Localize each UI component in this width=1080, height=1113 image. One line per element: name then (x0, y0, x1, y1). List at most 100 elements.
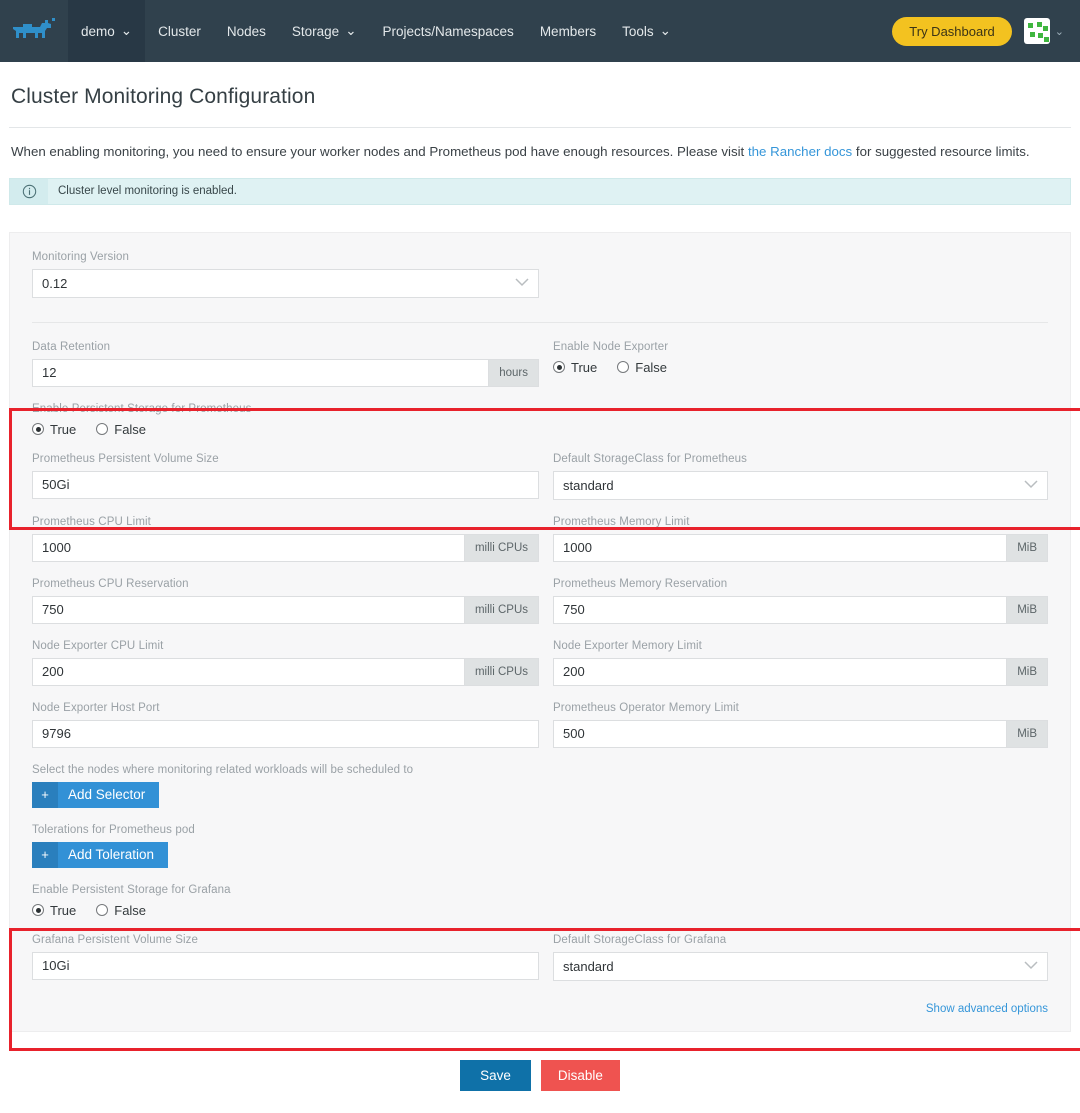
prometheus-volume-size-label: Prometheus Persistent Volume Size (32, 453, 539, 465)
prometheus-storage-toggle-field: Enable Persistent Storage for Prometheus… (32, 403, 1048, 437)
prometheus-storageclass-value[interactable]: standard (553, 471, 1048, 500)
radio-icon (96, 904, 108, 916)
prometheus-storage-radio-false[interactable]: False (96, 422, 146, 437)
prometheus-volume-size-field: Prometheus Persistent Volume Size (32, 453, 539, 499)
grafana-volume-size-input[interactable] (32, 952, 539, 980)
user-menu[interactable]: ⌄ (1024, 18, 1064, 44)
radio-label: True (50, 422, 76, 437)
disable-button[interactable]: Disable (541, 1060, 620, 1091)
monitoring-version-select[interactable]: 0.12 (32, 269, 539, 298)
radio-label: True (571, 360, 597, 375)
info-circle-icon (10, 179, 48, 204)
prometheus-memory-reservation-input[interactable] (553, 596, 1007, 624)
nav-right-actions: Try Dashboard ⌄ (892, 17, 1080, 46)
prometheus-cpu-reservation-input[interactable] (32, 596, 465, 624)
nav-item-nodes[interactable]: Nodes (214, 0, 279, 62)
status-banner: Cluster level monitoring is enabled. (9, 178, 1071, 205)
title-divider (9, 127, 1071, 128)
prometheus-cpu-reservation-label: Prometheus CPU Reservation (32, 578, 539, 590)
data-retention-unit: hours (489, 359, 539, 387)
prometheus-memory-limit-unit: MiB (1007, 534, 1048, 562)
prometheus-storage-radio-true[interactable]: True (32, 422, 76, 437)
radio-label: False (114, 422, 146, 437)
page-description: When enabling monitoring, you need to en… (11, 142, 1071, 162)
node-exporter-memory-limit-input[interactable] (553, 658, 1007, 686)
radio-icon (96, 423, 108, 435)
radio-icon (617, 361, 629, 373)
node-exporter-memory-limit-field: Node Exporter Memory Limit MiB (553, 640, 1048, 686)
rancher-logo[interactable] (0, 0, 68, 62)
prometheus-volume-size-input[interactable] (32, 471, 539, 499)
prometheus-cpu-limit-input[interactable] (32, 534, 465, 562)
data-retention-input[interactable] (32, 359, 489, 387)
save-button[interactable]: Save (460, 1060, 531, 1091)
try-dashboard-button[interactable]: Try Dashboard (892, 17, 1012, 46)
prometheus-cpu-reservation-field: Prometheus CPU Reservation milli CPUs (32, 578, 539, 624)
radio-icon (32, 904, 44, 916)
rancher-docs-link[interactable]: the Rancher docs (748, 144, 852, 159)
prometheus-limits-row: Prometheus CPU Limit milli CPUs Promethe… (32, 516, 1048, 578)
prometheus-storageclass-label: Default StorageClass for Prometheus (553, 453, 1048, 465)
radio-label: False (635, 360, 667, 375)
show-advanced-options-link[interactable]: Show advanced options (926, 1003, 1048, 1015)
grafana-storage-section: Enable Persistent Storage for Grafana Tr… (32, 884, 1048, 997)
prometheus-operator-memory-limit-unit: MiB (1007, 720, 1048, 748)
nav-item-storage[interactable]: Storage ⌄ (279, 0, 370, 62)
radio-icon (32, 423, 44, 435)
grafana-storage-radio-false[interactable]: False (96, 903, 146, 918)
node-exporter-cpu-limit-input[interactable] (32, 658, 465, 686)
add-toleration-button[interactable]: + Add Toleration (32, 842, 168, 868)
grafana-storageclass-field: Default StorageClass for Grafana standar… (553, 934, 1048, 981)
monitoring-version-field: Monitoring Version 0.12 (32, 251, 539, 298)
add-selector-button[interactable]: + Add Selector (32, 782, 159, 808)
prometheus-cpu-limit-field: Prometheus CPU Limit milli CPUs (32, 516, 539, 562)
data-retention-label: Data Retention (32, 341, 539, 353)
node-exporter-radio-false[interactable]: False (617, 360, 667, 375)
prometheus-volume-row: Prometheus Persistent Volume Size Defaul… (32, 453, 1048, 516)
prometheus-cpu-limit-unit: milli CPUs (465, 534, 539, 562)
plus-icon: + (32, 782, 58, 808)
node-exporter-memory-limit-unit: MiB (1007, 658, 1048, 686)
prometheus-storage-radios: True False (32, 421, 1048, 437)
nav-item-members[interactable]: Members (527, 0, 609, 62)
prometheus-operator-memory-limit-input[interactable] (553, 720, 1007, 748)
nav-item-label: demo (81, 24, 115, 39)
node-exporter-cpu-limit-unit: milli CPUs (465, 658, 539, 686)
monitoring-version-row: Monitoring Version 0.12 (32, 251, 1048, 314)
prometheus-memory-limit-field: Prometheus Memory Limit MiB (553, 516, 1048, 562)
grafana-storage-radio-true[interactable]: True (32, 903, 76, 918)
prometheus-storageclass-field: Default StorageClass for Prometheus stan… (553, 453, 1048, 500)
top-navigation-bar: demo ⌄ Cluster Nodes Storage ⌄ Projects/… (0, 0, 1080, 62)
enable-node-exporter-field: Enable Node Exporter True False (553, 341, 1048, 375)
nav-item-list: demo ⌄ Cluster Nodes Storage ⌄ Projects/… (68, 0, 892, 62)
add-selector-label: Add Selector (68, 787, 145, 802)
nav-item-demo[interactable]: demo ⌄ (68, 0, 145, 62)
node-exporter-radio-true[interactable]: True (553, 360, 597, 375)
tolerations-label: Tolerations for Prometheus pod (32, 824, 1048, 836)
hostport-operator-row: Node Exporter Host Port Prometheus Opera… (32, 702, 1048, 764)
banner-message: Cluster level monitoring is enabled. (48, 185, 237, 197)
chevron-down-icon: ⌄ (660, 23, 671, 39)
advanced-options-row: Show advanced options (32, 997, 1048, 1027)
node-exporter-limits-row: Node Exporter CPU Limit milli CPUs Node … (32, 640, 1048, 702)
node-exporter-host-port-input[interactable] (32, 720, 539, 748)
nav-item-cluster[interactable]: Cluster (145, 0, 214, 62)
monitoring-version-value[interactable]: 0.12 (32, 269, 539, 298)
grafana-volume-size-label: Grafana Persistent Volume Size (32, 934, 539, 946)
nav-item-tools[interactable]: Tools ⌄ (609, 0, 684, 62)
radio-icon (553, 361, 565, 373)
nav-item-projects-namespaces[interactable]: Projects/Namespaces (370, 0, 527, 62)
prometheus-memory-limit-input[interactable] (553, 534, 1007, 562)
monitoring-version-label: Monitoring Version (32, 251, 539, 263)
nav-item-label: Members (540, 24, 596, 39)
enable-node-exporter-radios: True False (553, 359, 1048, 375)
grafana-storageclass-value[interactable]: standard (553, 952, 1048, 981)
plus-icon: + (32, 842, 58, 868)
prometheus-storage-section: Enable Persistent Storage for Prometheus… (32, 403, 1048, 516)
chevron-down-icon: ⌄ (121, 23, 132, 39)
rancher-cow-logo (11, 16, 57, 46)
node-exporter-cpu-limit-label: Node Exporter CPU Limit (32, 640, 539, 652)
prometheus-storageclass-select[interactable]: standard (553, 471, 1048, 500)
section-divider (32, 322, 1048, 323)
grafana-storageclass-select[interactable]: standard (553, 952, 1048, 981)
